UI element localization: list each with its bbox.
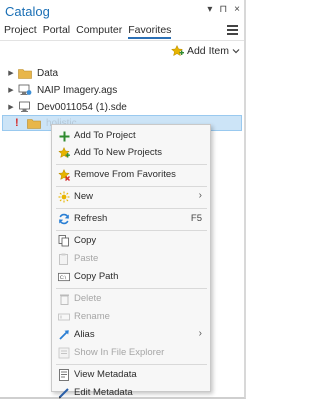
star-remove-icon [58, 169, 70, 181]
menu-item-copy-path[interactable]: C:\ Copy Path [52, 268, 210, 286]
menu-separator [56, 164, 207, 165]
menu-item-alias[interactable]: Alias › [52, 326, 210, 344]
star-add-icon [170, 45, 184, 57]
menu-item-remove-from-favorites[interactable]: Remove From Favorites [52, 166, 210, 184]
plus-icon [58, 130, 70, 142]
menu-item-view-metadata[interactable]: View Metadata [52, 366, 210, 384]
add-item-button[interactable]: Add Item [170, 45, 240, 57]
tree-item-label: Dev0011054 (1).sde [37, 101, 127, 113]
tab-favorites[interactable]: Favorites [128, 23, 172, 39]
close-icon[interactable]: × [234, 4, 240, 16]
menu-separator [56, 208, 207, 209]
add-item-label: Add Item [186, 45, 229, 57]
menu-icon[interactable] [227, 25, 238, 35]
menu-item-label: Rename [74, 311, 110, 322]
tab-computer[interactable]: Computer [76, 23, 122, 39]
menu-item-add-to-new-projects[interactable]: Add To New Projects [52, 144, 210, 162]
tree-item-label: NAIP Imagery.ags [37, 84, 118, 96]
menu-item-label: Alias [74, 329, 95, 340]
title-bar: Catalog ▾ ⊓ × [0, 0, 244, 22]
tree-item-label: Data [37, 67, 59, 79]
server-icon [18, 84, 34, 96]
menu-item-label: Refresh [74, 213, 108, 224]
svg-text:C:\: C:\ [60, 275, 67, 281]
menu-item-edit-metadata[interactable]: Edit Metadata [52, 384, 210, 399]
submenu-arrow-icon: › [198, 190, 202, 201]
edit-metadata-icon [58, 387, 70, 399]
menu-item-label: Add To New Projects [74, 147, 163, 158]
chevron-down-icon [232, 48, 240, 54]
menu-item-label: Remove From Favorites [74, 169, 176, 180]
menu-item-delete: Delete [52, 290, 210, 308]
menu-item-label: Copy [74, 235, 97, 246]
new-icon [58, 191, 70, 203]
menu-separator [56, 230, 207, 231]
menu-item-label: Show In File Explorer [74, 347, 165, 358]
delete-icon [58, 293, 70, 305]
menu-separator [56, 186, 207, 187]
refresh-icon [58, 213, 70, 225]
paste-icon [58, 253, 70, 265]
submenu-arrow-icon: › [198, 328, 202, 339]
menu-item-label: View Metadata [74, 369, 137, 380]
alias-icon [58, 329, 70, 341]
tab-divider [0, 40, 244, 41]
rename-icon [58, 311, 70, 323]
tree-item-data[interactable]: ▶ Data [0, 65, 58, 81]
menu-item-label: Paste [74, 253, 99, 264]
expand-icon[interactable]: ▶ [6, 103, 16, 111]
explorer-icon [58, 347, 70, 359]
menu-item-rename: Rename [52, 308, 210, 326]
catalog-tabs: Project Portal Computer Favorites [4, 23, 172, 39]
menu-item-label: Edit Metadata [74, 387, 133, 398]
menu-item-label: New [74, 191, 94, 202]
menu-item-label: Copy Path [74, 271, 119, 282]
tree-item-naip[interactable]: ▶ NAIP Imagery.ags [0, 82, 117, 98]
expand-icon[interactable]: ▶ [6, 86, 16, 94]
auto-hide-icon[interactable]: ⊓ [219, 4, 227, 16]
view-metadata-icon [58, 369, 70, 381]
context-menu: Add To Project Add To New Projects Remov… [51, 124, 211, 399]
menu-item-paste: Paste [52, 250, 210, 268]
tab-portal[interactable]: Portal [43, 23, 70, 39]
folder-icon [27, 117, 43, 129]
menu-separator [56, 288, 207, 289]
pane-options-icon[interactable]: ▾ [207, 4, 212, 16]
menu-item-new[interactable]: New › [52, 188, 210, 206]
copy-icon [58, 235, 70, 247]
pane-controls: ▾ ⊓ × [207, 4, 240, 16]
expand-icon[interactable]: ▶ [6, 69, 16, 77]
pane-title: Catalog [5, 4, 50, 19]
menu-item-add-to-project[interactable]: Add To Project [52, 127, 210, 145]
menu-item-label: Delete [74, 293, 102, 304]
warning-icon: ! [15, 117, 19, 129]
tab-project[interactable]: Project [4, 23, 37, 39]
menu-item-label: Add To Project [74, 130, 136, 141]
folder-icon [18, 67, 34, 79]
menu-separator [56, 364, 207, 365]
star-icon [58, 147, 70, 159]
catalog-pane: Catalog ▾ ⊓ × Project Portal Computer Fa… [0, 0, 246, 399]
copy-path-icon: C:\ [58, 271, 70, 283]
menu-item-show-in-file-explorer: Show In File Explorer [52, 344, 210, 362]
shortcut-label: F5 [190, 213, 202, 224]
menu-item-refresh[interactable]: Refresh F5 [52, 210, 210, 228]
database-icon [18, 101, 34, 113]
tree-item-sde[interactable]: ▶ Dev0011054 (1).sde [0, 99, 127, 115]
menu-item-copy[interactable]: Copy [52, 232, 210, 250]
